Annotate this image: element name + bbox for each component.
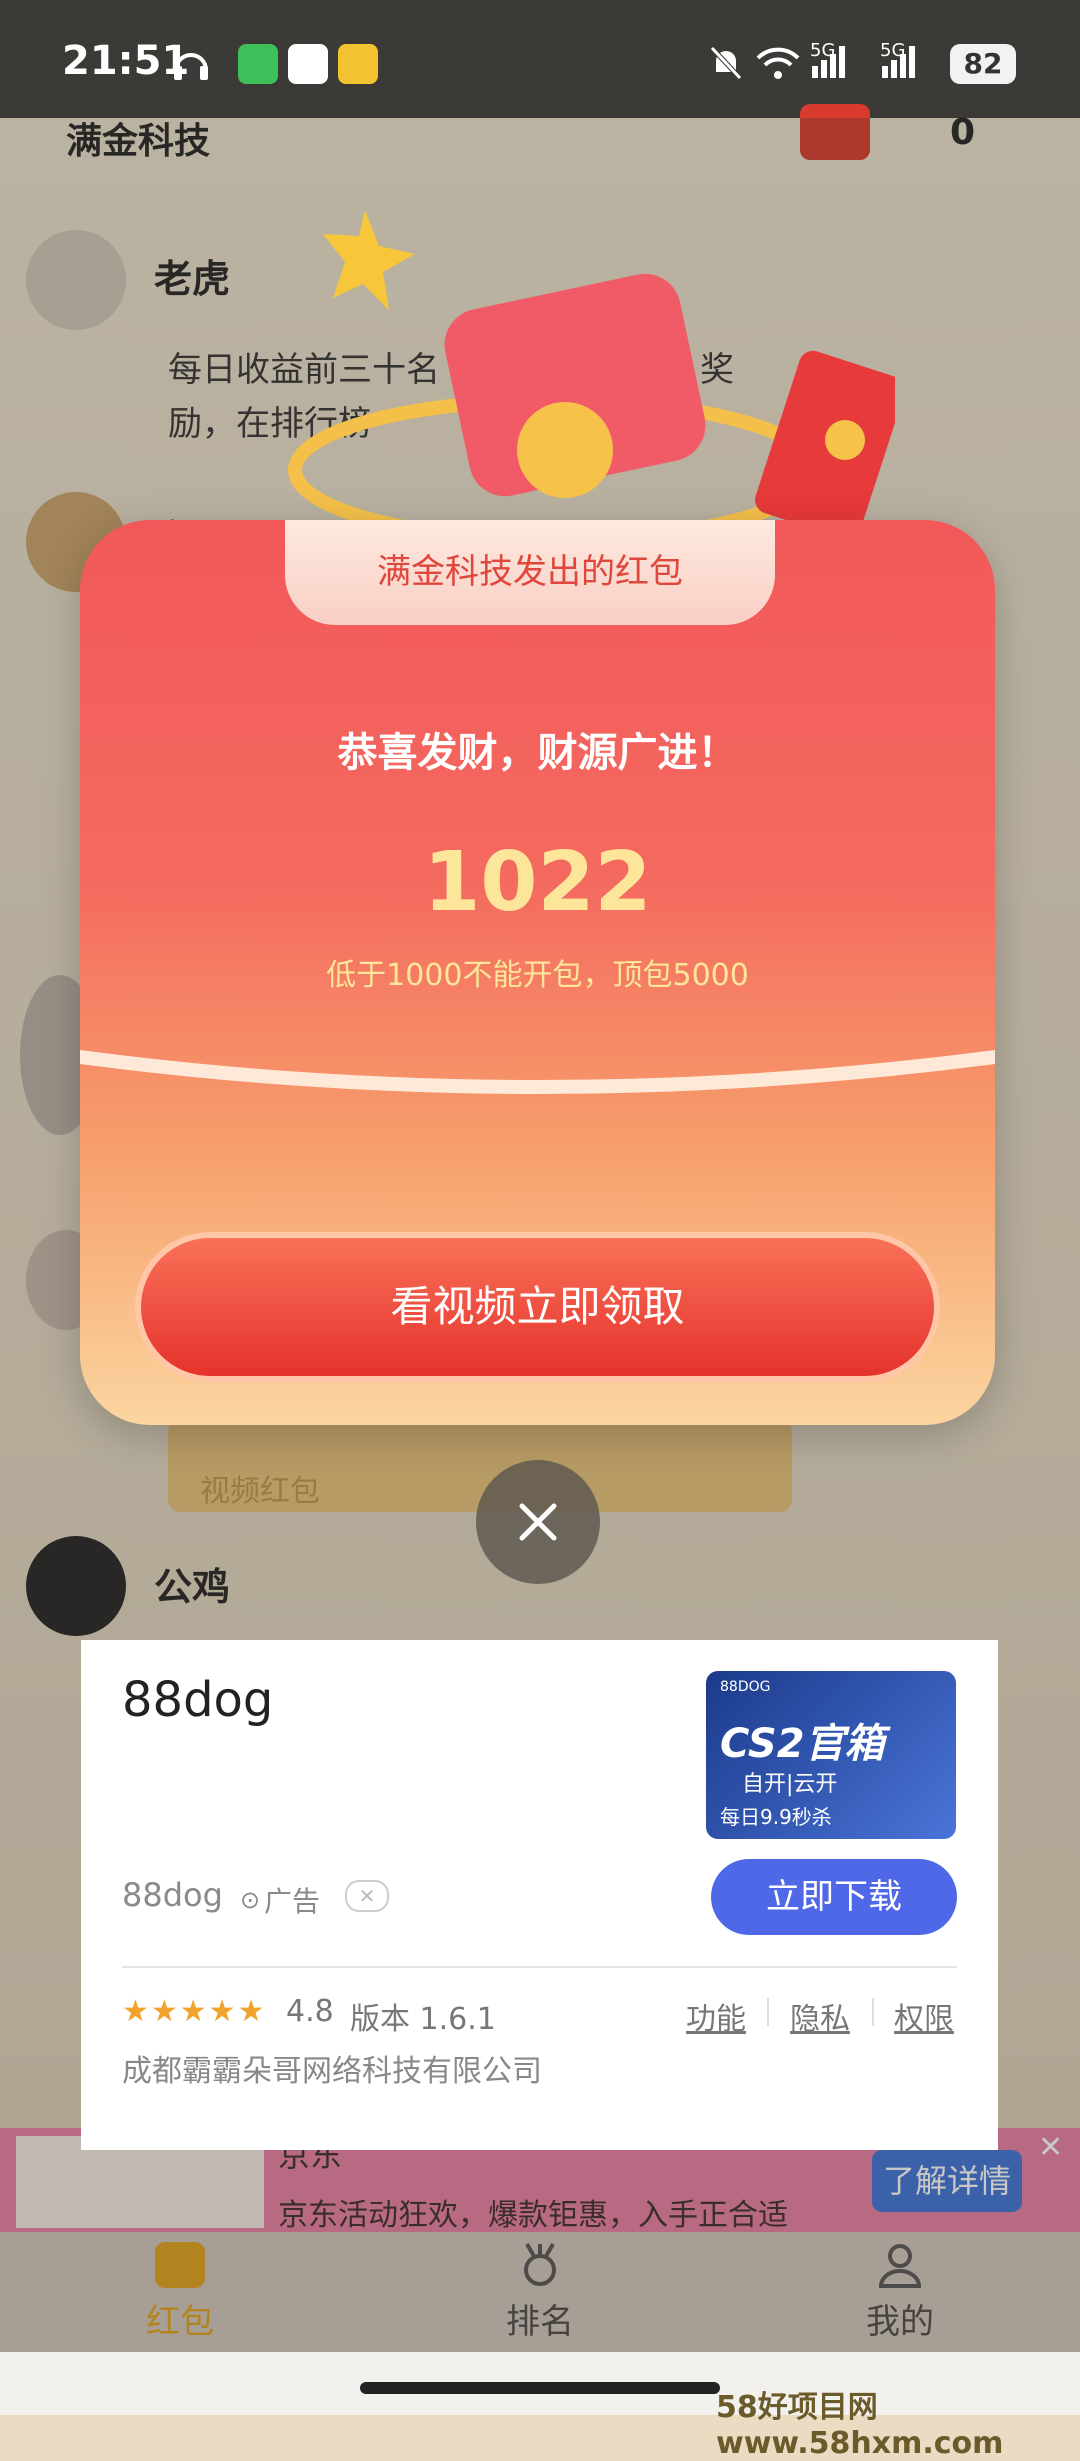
ad-thumbnail-logo-text: 88DOG bbox=[720, 1679, 771, 1695]
wifi-icon bbox=[756, 47, 800, 79]
divider bbox=[872, 1998, 874, 2026]
close-modal-button[interactable] bbox=[476, 1460, 600, 1584]
mute-bell-icon bbox=[710, 46, 742, 80]
red-packet-amount: 1022 bbox=[423, 835, 652, 930]
wechat-icon bbox=[238, 44, 278, 84]
ad-thumbnail-headline: CS2官箱 bbox=[720, 1721, 885, 1767]
link-features[interactable]: 功能 bbox=[686, 1994, 746, 2038]
watch-video-claim-button[interactable]: 看视频立即领取 bbox=[135, 1232, 940, 1382]
battery-level: 82 bbox=[950, 44, 1016, 84]
close-icon bbox=[519, 1503, 557, 1541]
ad-info-icon: ⊙ bbox=[240, 1886, 261, 1914]
status-time: 21:51 bbox=[62, 38, 190, 84]
download-button[interactable]: 立即下载 bbox=[711, 1859, 957, 1935]
signal-bars-icon bbox=[882, 46, 918, 80]
headphones-icon bbox=[174, 53, 208, 80]
ad-title: 88dog bbox=[122, 1672, 274, 1728]
ad-thumbnail[interactable]: 88DOG CS2官箱 自开|云开 每日9.9秒杀 bbox=[706, 1671, 956, 1839]
ad-label: 广告 bbox=[264, 1885, 321, 1918]
status-bar: 21:51 5G 5G 82 bbox=[0, 0, 1080, 118]
app-version: 版本 1.6.1 bbox=[350, 2002, 496, 2037]
divider bbox=[767, 1998, 769, 2026]
link-privacy[interactable]: 隐私 bbox=[790, 1994, 850, 2038]
red-packet-rule: 低于1000不能开包，顶包5000 bbox=[326, 958, 749, 993]
ad-thumbnail-subline: 自开|云开 bbox=[742, 1772, 838, 1797]
ad-thumbnail-promo: 每日9.9秒杀 bbox=[720, 1805, 832, 1829]
home-gesture-handle[interactable] bbox=[360, 2382, 720, 2394]
ad-dismiss-icon[interactable]: ✕ bbox=[345, 1880, 389, 1912]
qq-icon bbox=[288, 44, 328, 84]
link-permissions[interactable]: 权限 bbox=[894, 1994, 954, 2038]
red-envelope-illustration bbox=[288, 210, 895, 540]
watermark: 58好项目网www.58hxm.com bbox=[716, 2390, 1004, 2461]
rating-value: 4.8 bbox=[286, 1994, 334, 2029]
signal-bars-icon bbox=[812, 46, 848, 80]
decorative-wave bbox=[80, 1050, 995, 1094]
ad-brand: 88dog bbox=[122, 1876, 223, 1914]
red-packet-sender: 满金科技发出的红包 bbox=[285, 520, 775, 625]
app-notification-icon bbox=[338, 44, 378, 84]
red-packet-greeting: 恭喜发财，财源广进！ bbox=[337, 730, 738, 776]
ad-company: 成都霸霸朵哥网络科技有限公司 bbox=[122, 2054, 542, 2089]
divider bbox=[122, 1966, 957, 1968]
rating-stars: ★★★★★ bbox=[122, 1994, 267, 2029]
